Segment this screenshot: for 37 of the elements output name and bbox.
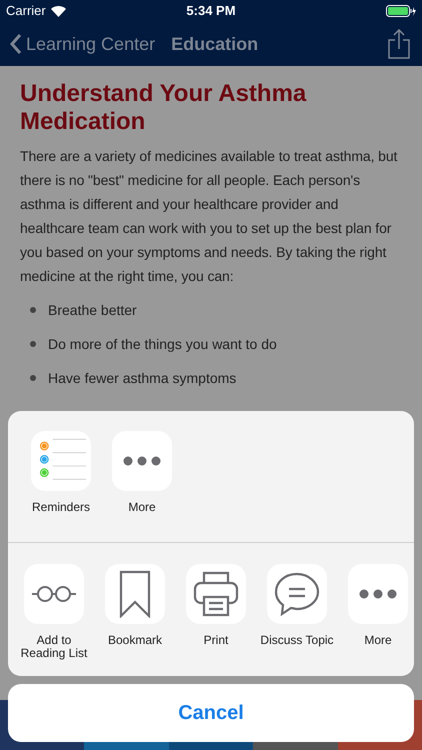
action-label: Bookmark <box>106 634 164 647</box>
app-button[interactable]: More <box>107 431 177 514</box>
action-label: Discuss Topic <box>260 634 334 647</box>
action-label: More <box>127 501 157 514</box>
bookmark-icon <box>119 570 151 618</box>
app-button[interactable]: Reminders <box>26 431 96 514</box>
bullet-text: Do more of the things you want to do <box>48 335 277 354</box>
printer-icon <box>193 571 239 617</box>
battery-icon <box>386 5 416 17</box>
article-body: There are a variety of medicines available to treat asthma, but there is no "best" medicine for all people. Each person's asthma is different and your healthcare provider and healthcare team can work with you to set up the best plan for you based on your symptoms and needs. By taking the right medicine at the right time, you can: <box>20 147 398 286</box>
share-icon[interactable] <box>388 29 410 59</box>
action-label: Add to Reading List <box>20 634 88 660</box>
bullet-icon <box>30 375 36 381</box>
action-button[interactable]: Print <box>181 564 251 647</box>
action-label: Print <box>202 634 230 647</box>
carrier-label: Carrier <box>6 2 46 20</box>
action-button[interactable]: Discuss Topic <box>262 564 332 647</box>
action-button[interactable]: More <box>343 564 413 647</box>
glasses-icon <box>31 585 77 603</box>
article-heading: Understand Your Asthma Medication <box>20 80 308 136</box>
bullet-icon <box>30 341 36 347</box>
time-label: 5:34 PM <box>186 2 236 20</box>
speech-bubble-icon <box>274 572 320 616</box>
chevron-left-icon <box>10 33 22 55</box>
action-button[interactable]: Bookmark <box>100 564 170 647</box>
action-button[interactable]: Add to Reading List <box>19 564 89 660</box>
more-icon <box>123 456 161 466</box>
nav-title: Education <box>171 32 258 56</box>
wifi-icon <box>50 6 66 16</box>
cancel-button[interactable]: Cancel <box>8 684 414 742</box>
bullet-text: Have fewer asthma symptoms <box>48 369 236 388</box>
bullet-icon <box>30 307 36 313</box>
more-icon <box>359 589 397 599</box>
action-label: Reminders <box>30 501 92 514</box>
back-button[interactable]: Learning Center <box>10 30 156 58</box>
bullet-text: Breathe better <box>48 301 137 320</box>
action-label: More <box>363 634 393 647</box>
